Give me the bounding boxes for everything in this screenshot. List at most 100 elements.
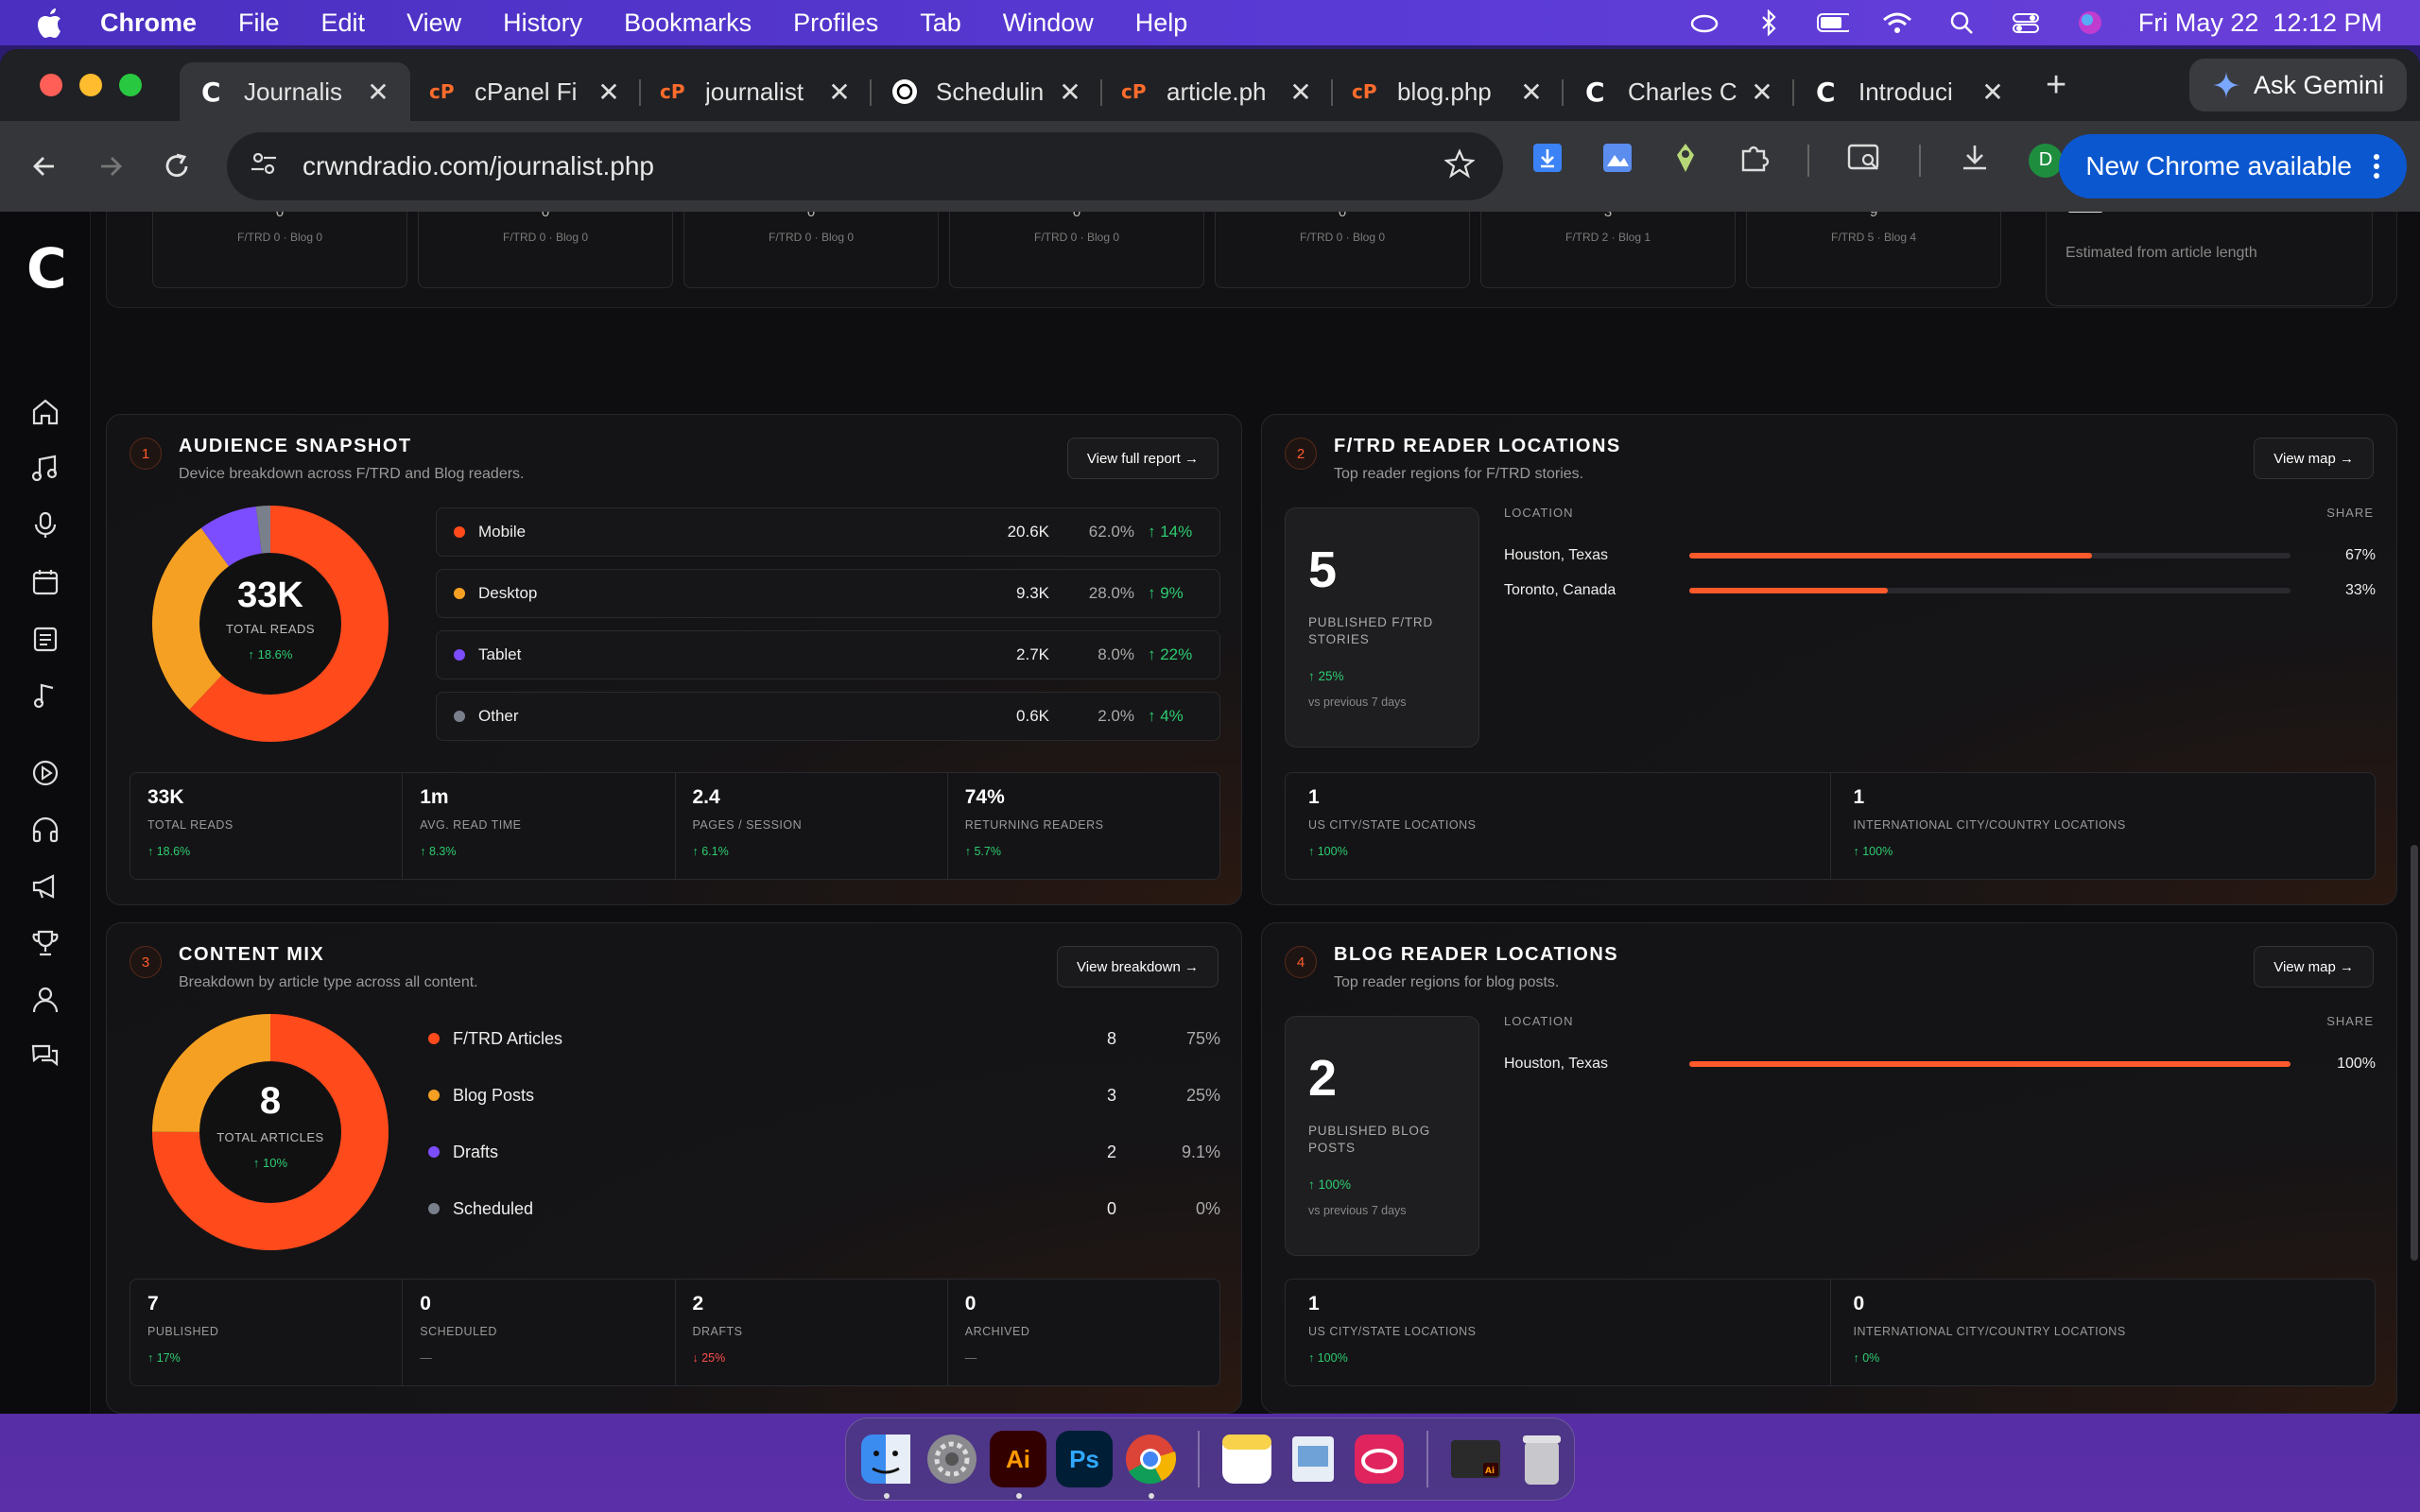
close-tab-icon[interactable]: ✕ — [826, 77, 853, 108]
kebab-menu-icon[interactable] — [2373, 153, 2380, 180]
browser-tab[interactable]: cP journalist ✕ — [641, 62, 872, 121]
close-window-button[interactable] — [40, 74, 62, 96]
stat-delta: ↑ 100% — [1308, 1351, 1348, 1365]
browser-tab[interactable]: cP article.ph ✕ — [1102, 62, 1333, 121]
control-center-icon[interactable] — [2010, 9, 2042, 37]
close-tab-icon[interactable]: ✕ — [1518, 77, 1545, 108]
forward-button[interactable] — [78, 153, 144, 180]
menu-help[interactable]: Help — [1135, 9, 1188, 38]
close-tab-icon[interactable]: ✕ — [1749, 77, 1775, 108]
legend-label: Other — [478, 707, 519, 725]
preview-icon[interactable] — [1285, 1431, 1341, 1487]
bluetooth-icon[interactable] — [1753, 9, 1785, 37]
menu-window[interactable]: Window — [1003, 9, 1094, 38]
chrome-icon[interactable] — [1122, 1431, 1179, 1499]
content-stats-strip: 7 PUBLISHED ↑ 17% 0 SCHEDULED — 2 DRAFTS ↓ 25% 0 A… — [130, 1279, 1220, 1386]
share-bar — [1689, 553, 2290, 558]
headphones-icon[interactable] — [30, 815, 60, 845]
creative-cloud-icon[interactable] — [1351, 1431, 1408, 1487]
card-number: 2 — [1285, 438, 1317, 470]
running-indicator — [1016, 1493, 1022, 1499]
chat-icon[interactable] — [30, 1041, 60, 1072]
zoom-window-button[interactable] — [119, 74, 142, 96]
spotlight-search-icon[interactable] — [1945, 9, 1978, 37]
new-tab-button[interactable]: + — [2046, 65, 2066, 106]
note-icon[interactable] — [30, 680, 60, 711]
download-extension-icon[interactable] — [1531, 142, 1564, 179]
browser-tab[interactable]: C Introduci ✕ — [1794, 62, 2025, 121]
url-text[interactable]: crwndradio.com/journalist.php — [302, 151, 654, 181]
image-extension-icon[interactable] — [1601, 142, 1634, 179]
published-ftrd-card: 5 PUBLISHED F/TRD STORIES ↑ 25% vs previ… — [1285, 507, 1479, 747]
legend-value: 0.6K — [1016, 707, 1049, 725]
ask-gemini-label: Ask Gemini — [2253, 70, 2384, 99]
view-map-button[interactable]: View map → — [2254, 438, 2374, 479]
content-mix-card: 3 CONTENT MIX Breakdown by article type … — [106, 922, 1242, 1414]
view-map-button[interactable]: View map → — [2254, 946, 2374, 988]
page-scrollbar[interactable] — [2411, 845, 2418, 1261]
read-time-estimate-card: Estimated from article length — [2046, 212, 2373, 306]
menu-bookmarks[interactable]: Bookmarks — [624, 9, 752, 38]
new-chrome-available-button[interactable]: New Chrome available — [2059, 134, 2407, 198]
reload-button[interactable] — [144, 152, 210, 180]
finder-icon[interactable] — [857, 1431, 914, 1499]
browser-tab[interactable]: cP blog.php ✕ — [1333, 62, 1564, 121]
close-tab-icon[interactable]: ✕ — [1057, 77, 1083, 108]
downloads-icon[interactable] — [1959, 142, 1991, 179]
crwnd-logo[interactable]: C — [26, 236, 67, 301]
browser-tab[interactable]: C Charles C ✕ — [1564, 62, 1794, 121]
mic-icon[interactable] — [30, 510, 60, 541]
site-settings-icon[interactable] — [250, 149, 278, 184]
music-icon[interactable] — [30, 454, 60, 484]
menu-file[interactable]: File — [238, 9, 280, 38]
creative-cloud-status-icon[interactable] — [1688, 9, 1720, 37]
gemini-sparkle-icon — [2212, 72, 2239, 98]
siri-icon[interactable] — [2074, 9, 2106, 37]
menu-tab[interactable]: Tab — [920, 9, 961, 38]
close-tab-icon[interactable]: ✕ — [365, 77, 391, 108]
apple-menu-icon[interactable] — [34, 6, 64, 40]
illustrator-icon[interactable]: Ai — [990, 1431, 1046, 1499]
home-icon[interactable] — [30, 397, 60, 427]
bookmark-star-icon[interactable] — [1443, 147, 1476, 185]
browser-tab[interactable]: cP cPanel Fi ✕ — [410, 62, 641, 121]
back-button[interactable] — [11, 153, 78, 180]
browser-tab[interactable]: C Journalis ✕ — [180, 62, 410, 121]
ftrd-reader-locations-card: 2 F/TRD READER LOCATIONS Top reader regi… — [1261, 414, 2397, 905]
address-bar[interactable]: crwndradio.com/journalist.php — [227, 132, 1503, 200]
legend-dot — [428, 1090, 440, 1101]
menu-profiles[interactable]: Profiles — [793, 9, 878, 38]
battery-icon[interactable] — [1816, 9, 1849, 37]
view-breakdown-button[interactable]: View breakdown → — [1057, 946, 1219, 988]
minimize-window-button[interactable] — [79, 74, 102, 96]
close-tab-icon[interactable]: ✕ — [1979, 77, 2006, 108]
user-icon[interactable] — [30, 985, 60, 1015]
profile-avatar[interactable]: D — [2029, 143, 2063, 178]
play-icon[interactable] — [30, 758, 60, 788]
extensions-puzzle-icon[interactable] — [1737, 142, 1770, 179]
system-settings-icon[interactable] — [924, 1431, 980, 1487]
tab-title: Journalis — [244, 77, 343, 106]
calendar-icon[interactable] — [30, 567, 60, 597]
megaphone-icon[interactable] — [30, 871, 60, 902]
menu-edit[interactable]: Edit — [321, 9, 366, 38]
illustrator-doc-icon[interactable]: Ai — [1447, 1431, 1504, 1487]
tab-search-icon[interactable] — [1847, 143, 1881, 178]
close-tab-icon[interactable]: ✕ — [1288, 77, 1314, 108]
trash-icon[interactable] — [1513, 1431, 1570, 1487]
browser-tab[interactable]: Schedulin ✕ — [872, 62, 1102, 121]
view-full-report-button[interactable]: View full report → — [1066, 438, 1219, 479]
pin-extension-icon[interactable] — [1671, 142, 1700, 179]
schedule-icon[interactable] — [30, 624, 60, 654]
wifi-icon[interactable] — [1881, 9, 1913, 37]
ask-gemini-button[interactable]: Ask Gemini — [2188, 59, 2407, 112]
day-split: F/TRD 0 · Blog 0 — [1033, 231, 1120, 244]
close-tab-icon[interactable]: ✕ — [596, 77, 622, 108]
trophy-icon[interactable] — [30, 928, 60, 958]
menu-history[interactable]: History — [503, 9, 582, 38]
menu-app-name[interactable]: Chrome — [100, 9, 197, 38]
photoshop-icon[interactable]: Ps — [1056, 1431, 1113, 1487]
menu-view[interactable]: View — [406, 9, 461, 38]
menu-clock[interactable]: Fri May 22 12:12 PM — [2138, 9, 2382, 38]
notes-icon[interactable] — [1219, 1431, 1275, 1487]
